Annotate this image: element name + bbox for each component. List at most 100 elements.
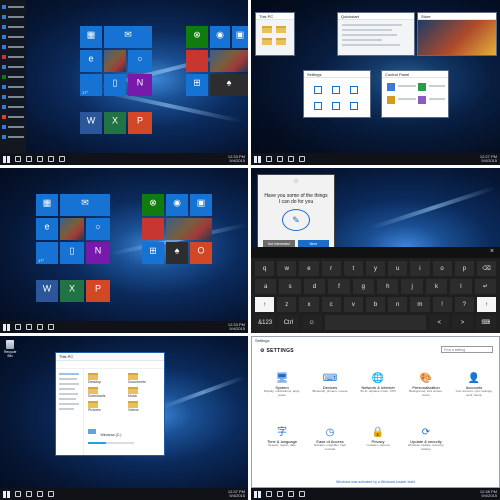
folder-icon[interactable] (48, 156, 54, 162)
key-d[interactable]: d (303, 279, 326, 294)
key-↑[interactable]: ↑ (476, 297, 497, 312)
folder-icon[interactable] (48, 324, 54, 330)
key-<[interactable]: < (429, 315, 450, 330)
search-icon[interactable] (15, 156, 21, 162)
task-view-icon[interactable] (26, 491, 32, 497)
key-e[interactable]: e (299, 261, 319, 276)
key-f[interactable]: f (328, 279, 350, 294)
cortana-tile[interactable]: ○ (86, 218, 110, 240)
photos-tile[interactable] (60, 218, 84, 240)
excel-tile[interactable]: X (104, 112, 126, 134)
key-⌫[interactable]: ⌫ (476, 261, 497, 276)
folder-item[interactable]: Downloads (88, 387, 124, 398)
settings-category[interactable]: ⌨ Devices Bluetooth, printers, mouse (310, 373, 350, 394)
settings-category[interactable]: 🔒 Privacy Location, camera (358, 427, 398, 448)
key-Ctrl[interactable]: Ctrl (278, 315, 299, 330)
folder-icon[interactable] (299, 156, 305, 162)
list-item[interactable] (2, 73, 24, 80)
key-g[interactable]: g (352, 279, 375, 294)
list-item[interactable] (2, 23, 24, 30)
news-tile[interactable] (210, 50, 248, 72)
key-t[interactable]: t (343, 261, 363, 276)
movies-tile[interactable]: ▣ (190, 194, 212, 216)
key-u[interactable]: u (388, 261, 408, 276)
clock[interactable]: 12:38 PM 9/4/2015 (480, 489, 497, 499)
money-tile[interactable] (142, 218, 164, 240)
list-item[interactable] (2, 3, 24, 10)
key-l[interactable]: l (450, 279, 472, 294)
drive-item[interactable]: Windows (C:) (88, 423, 148, 444)
settings-category[interactable]: ◷ Ease of Access Narrator, magnifier, high… (310, 427, 350, 451)
key-&123[interactable]: &123 (255, 315, 276, 330)
settings-category[interactable]: 字 Time & language Speech, region, date (262, 427, 302, 448)
clock[interactable]: 12:33 PM 9/4/2015 (228, 322, 245, 332)
phone-companion-tile[interactable]: ▯ (104, 74, 126, 96)
list-item[interactable] (2, 53, 24, 60)
start-icon[interactable] (3, 323, 10, 331)
key-w[interactable]: w (277, 261, 297, 276)
folder-item[interactable]: Pictures (88, 401, 124, 412)
key-o[interactable]: o (432, 261, 452, 276)
powerpoint-tile[interactable]: P (86, 280, 110, 302)
folder-item[interactable]: Documents (128, 373, 164, 384)
store-tile[interactable]: ⊞ (186, 74, 208, 96)
edge-tile[interactable]: e (36, 218, 58, 240)
clock[interactable]: 12:27 PM 9/4/2015 (480, 154, 497, 164)
groove-tile[interactable]: ◉ (210, 26, 230, 48)
task-window-explorer[interactable]: This PC (255, 12, 295, 56)
key-a[interactable]: a (255, 279, 277, 294)
key-↵[interactable]: ↵ (474, 279, 497, 294)
clock[interactable]: 12:33 PM 9/4/2015 (228, 154, 245, 164)
search-input[interactable]: Find a setting (441, 346, 493, 353)
settings-category[interactable]: 🎨 Personalization Background, lock screen,… (406, 373, 446, 397)
list-item[interactable] (2, 123, 24, 130)
solitaire-tile[interactable]: ♠ (210, 74, 248, 96)
news-tile[interactable] (166, 218, 212, 240)
xbox-tile[interactable]: ⊗ (142, 194, 164, 216)
key->[interactable]: > (452, 315, 473, 330)
recycle-bin-icon[interactable]: Recycle Bin (4, 340, 16, 358)
settings-category[interactable]: 🌐 Network & Internet Wi-Fi, airplane mode,… (358, 373, 398, 394)
folder-item[interactable]: Music (128, 387, 164, 398)
list-item[interactable] (2, 103, 24, 110)
settings-category[interactable]: 🖥 System Display, notifications, apps, pow… (262, 373, 302, 397)
movies-tile[interactable]: ▣ (232, 26, 248, 48)
key-x[interactable]: x (299, 297, 319, 312)
photos-tile[interactable] (104, 50, 126, 72)
key-j[interactable]: j (401, 279, 423, 294)
task-view-icon[interactable] (26, 324, 32, 330)
task-view-icon[interactable] (277, 491, 283, 497)
start-app-list[interactable] (0, 0, 26, 153)
key-⌨[interactable]: ⌨ (475, 315, 496, 330)
solitaire-tile[interactable]: ♠ (166, 242, 188, 264)
key-k[interactable]: k (425, 279, 448, 294)
task-window-control-panel[interactable]: Control Panel (381, 70, 449, 118)
key-z[interactable]: z (277, 297, 297, 312)
key-↑[interactable]: ↑ (255, 297, 275, 312)
word-tile[interactable]: W (36, 280, 58, 302)
weather-tile[interactable]: 17° (80, 74, 102, 96)
key-n[interactable]: n (388, 297, 408, 312)
key-m[interactable]: m (410, 297, 430, 312)
key-![interactable]: ! (432, 297, 452, 312)
start-icon[interactable] (254, 490, 261, 498)
search-icon[interactable] (266, 491, 272, 497)
word-tile[interactable]: W (80, 112, 102, 134)
weather-tile[interactable]: 17° (36, 242, 58, 264)
key-b[interactable]: b (365, 297, 386, 312)
list-item[interactable] (2, 83, 24, 90)
search-icon[interactable] (266, 156, 272, 162)
next-button[interactable]: Next (297, 240, 329, 247)
mail-tile[interactable]: ✉ (104, 26, 152, 48)
key-y[interactable]: y (365, 261, 386, 276)
activation-link[interactable]: Windows was activated by a Windows Insid… (252, 480, 499, 484)
key-i[interactable]: i (410, 261, 430, 276)
calendar-tile[interactable]: ▦ (80, 26, 102, 48)
key-r[interactable]: r (321, 261, 341, 276)
xbox-tile[interactable]: ⊗ (186, 26, 208, 48)
mail-tile[interactable]: ✉ (60, 194, 110, 216)
key-c[interactable]: c (321, 297, 341, 312)
calendar-tile[interactable]: ▦ (36, 194, 58, 216)
start-icon[interactable] (254, 155, 261, 163)
key-q[interactable]: q (255, 261, 275, 276)
